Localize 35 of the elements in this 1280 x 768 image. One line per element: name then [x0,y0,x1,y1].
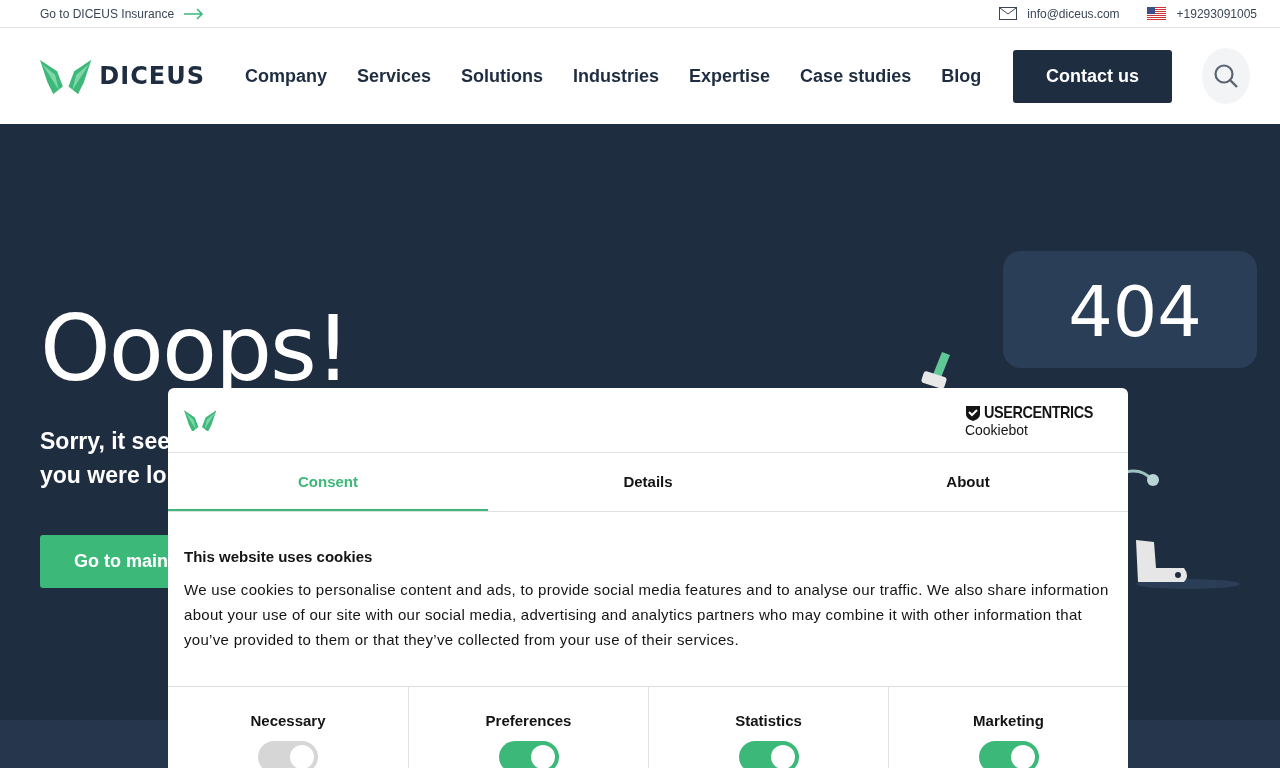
nav-link[interactable]: Expertise [689,65,771,87]
dialog-heading: This website uses cookies [184,548,374,565]
arrow-right-icon [184,7,205,20]
nav-link[interactable]: Blog [941,65,982,87]
hero-subtitle-line: you were lo [40,461,167,490]
flag-icon [1146,7,1166,20]
nav-link[interactable]: Company [244,65,327,87]
category-label: Preferences [485,712,572,729]
toggle-switch[interactable] [498,741,559,768]
hero-title: Ooops! [40,304,350,394]
mail-icon [999,7,1018,20]
search-icon [1212,63,1239,89]
nav-link[interactable]: Solutions [461,65,544,87]
brand-subtitle: Cookiebot [964,423,1029,437]
toggle-switch[interactable] [978,741,1039,768]
category-label: Marketing [973,712,1044,729]
logo-text: DICEUS [99,62,205,90]
contact-button[interactable]: Contact us [1013,49,1172,103]
insurance-link[interactable]: Go to DICEUS Insurance [40,6,175,21]
brand-name: USERCENTRICS [983,403,1093,423]
category-label: Statistics [735,712,802,729]
dialog-text: We use cookies to personalise content and ads, to provide social media features and to analyse our traffic. We also share information about your use of our site with our social media, advertising and analytics partners who may combine it with other information that you’ve provided to them or that they’ve collected from your use of their services. [184,580,1110,650]
error-code: 404 [1068,271,1202,355]
category-label: Necessary [250,712,326,729]
nav-link[interactable]: Industries [573,65,660,87]
phone-link[interactable]: +19293091005 [1176,6,1257,21]
hero-subtitle-line: Sorry, it see [40,427,170,456]
logo-icon [184,408,217,432]
nav-link[interactable]: Case studies [800,65,912,87]
email-link[interactable]: info@diceus.com [1027,6,1120,21]
nav-link[interactable]: Services [356,65,432,87]
shield-icon [964,404,981,422]
cable-drawing [1126,468,1160,488]
logo-icon [40,57,92,95]
toggle-switch[interactable] [738,741,799,768]
